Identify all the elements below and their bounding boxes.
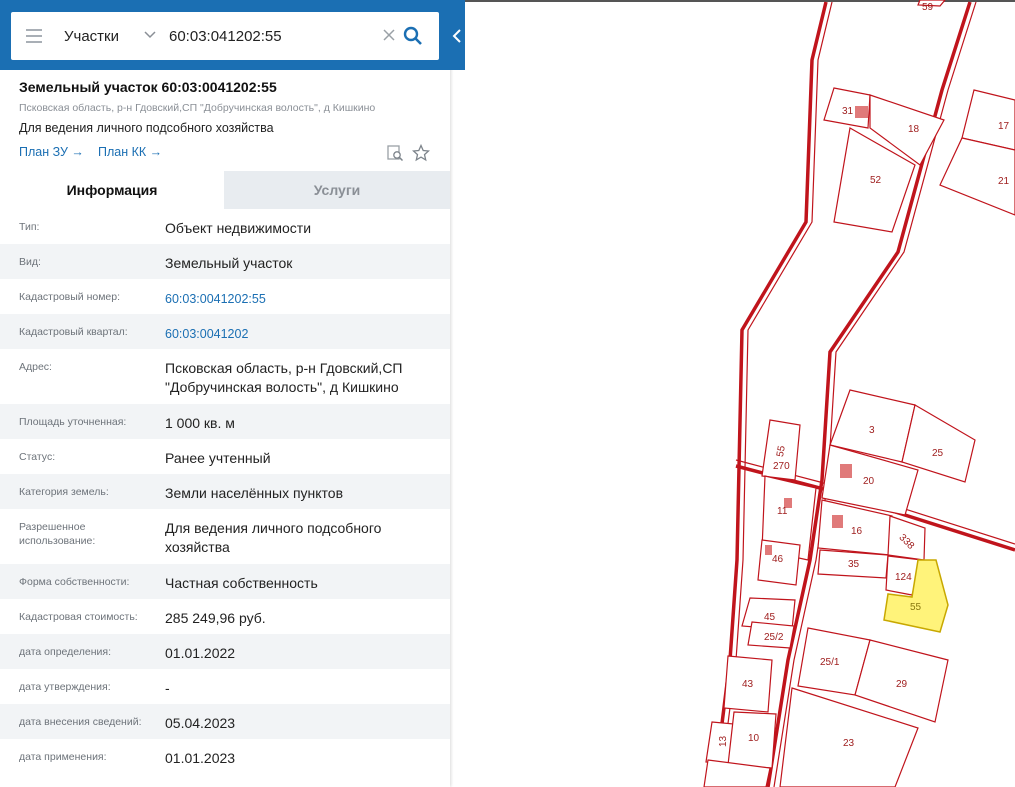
tab-services[interactable]: Услуги [224, 171, 450, 209]
detail-row-status: Статус: Ранее учтенный [0, 439, 450, 474]
parcel-label: 45 [764, 612, 776, 623]
detail-value: - [165, 680, 170, 696]
parcel-label: 59 [922, 2, 934, 13]
parcels [703, 0, 1015, 787]
plan-zu-link[interactable]: План ЗУ → [19, 145, 84, 159]
detail-value: 1 000 кв. м [165, 415, 235, 431]
parcel-label: 55 [910, 602, 922, 613]
star-icon[interactable] [412, 144, 430, 162]
detail-value: 01.01.2022 [165, 645, 236, 661]
detail-row-cadastral-value: Кадастровая стоимость: 285 249,96 руб. [0, 599, 450, 634]
info-panel: Земельный участок 60:03:0041202:55 Псков… [0, 0, 450, 787]
parcel-label: 23 [843, 738, 855, 749]
detail-row-area: Площадь уточненная: 1 000 кв. м [0, 404, 450, 439]
detail-row-date-entered: дата внесения сведений: 05.04.2023 [0, 704, 450, 739]
detail-value: Объект недвижимости [165, 220, 312, 236]
search-input[interactable]: 60:03:041202:55 [169, 28, 282, 45]
parcel-label: 35 [848, 559, 860, 570]
object-purpose: Для ведения личного подсобного хозяйства [19, 121, 274, 135]
detail-label: дата определения: [19, 646, 112, 658]
detail-value: Земельный участок [165, 255, 293, 271]
detail-row-address: Адрес: Псковская область, р-н Гдовский,С… [0, 349, 450, 404]
detail-row-cadastral-number: Кадастровый номер: 60:03:0041202:55 [0, 279, 450, 314]
cadastral-quarter-link[interactable]: 60:03:0041202 [165, 325, 435, 344]
detail-row-date-approved: дата утверждения: - [0, 669, 450, 704]
tab-bar: Информация Услуги [0, 171, 450, 209]
detail-value: Псковская область, р-н Гдовский,СП "Добр… [165, 360, 403, 395]
parcel-label: 43 [742, 679, 754, 690]
detail-value: 05.04.2023 [165, 715, 236, 731]
detail-value: Ранее учтенный [165, 450, 271, 466]
parcel-label: 31 [842, 106, 854, 117]
close-icon[interactable] [381, 27, 397, 43]
object-address: Псковская область, р-н Гдовский,СП "Добр… [19, 102, 376, 114]
detail-value: Для ведения личного подсобного хозяйства [165, 520, 382, 555]
chevron-down-icon[interactable] [143, 27, 157, 41]
detail-label: Вид: [19, 256, 41, 268]
detail-label: Статус: [19, 451, 56, 463]
parcel-label: 20 [863, 476, 875, 487]
parcel-label: 25/2 [764, 632, 784, 643]
parcel-label: 13 [718, 735, 729, 747]
parcel-label: 25 [932, 448, 944, 459]
detail-label: Категория земель: [19, 486, 109, 498]
detail-row-cadastral-quarter: Кадастровый квартал: 60:03:0041202 [0, 314, 450, 349]
detail-row-land-category: Категория земель: Земли населённых пункт… [0, 474, 450, 509]
detail-label: Площадь уточненная: [19, 416, 127, 428]
parcel-label: 25/1 [820, 657, 840, 668]
object-header: Земельный участок 60:03:0041202:55 Псков… [0, 70, 450, 171]
detail-label: Кадастровый номер: [19, 291, 121, 303]
parcel-label: 3 [869, 425, 875, 436]
parcel-label: 18 [908, 124, 920, 135]
detail-row-kind: Вид: Земельный участок [0, 244, 450, 279]
parcel-label: 270 [773, 461, 790, 472]
parcel-label: 46 [772, 554, 784, 565]
tab-information[interactable]: Информация [0, 171, 224, 209]
search-type-select[interactable]: Участки [64, 28, 119, 45]
detail-label: дата утверждения: [19, 681, 111, 693]
parcel-label: 17 [998, 121, 1010, 132]
parcel-label: 10 [748, 733, 760, 744]
parcel-label: 11 [777, 506, 788, 517]
detail-label: Тип: [19, 221, 40, 233]
detail-value: 285 249,96 руб. [165, 610, 266, 626]
cadastral-number-link[interactable]: 60:03:0041202:55 [165, 290, 435, 309]
detail-value: Земли населённых пунктов [165, 485, 344, 501]
search-bar: Участки 60:03:041202:55 [0, 0, 465, 70]
chevron-left-icon[interactable] [450, 28, 464, 44]
detail-label: Кадастровый квартал: [19, 326, 128, 338]
parcel-label: 16 [851, 526, 863, 537]
detail-row-date-applied: дата применения: 01.01.2023 [0, 739, 450, 774]
parcel-label: 21 [998, 176, 1010, 187]
detail-label: Разрешенное использование: [19, 521, 96, 547]
detail-value: 01.01.2023 [165, 750, 236, 766]
detail-label: дата внесения сведений: [19, 716, 142, 728]
search-icon[interactable] [403, 26, 423, 46]
detail-row-type: Тип: Объект недвижимости [0, 209, 450, 244]
object-title: Земельный участок 60:03:0041202:55 [19, 79, 277, 95]
document-search-icon[interactable] [386, 144, 404, 162]
detail-row-permitted-use: Разрешенное использование: Для ведения л… [0, 509, 450, 564]
parcel-label: 52 [870, 175, 882, 186]
detail-label: дата применения: [19, 751, 107, 763]
details-list: Тип: Объект недвижимости Вид: Земельный … [0, 209, 450, 774]
detail-value: Частная собственность [165, 575, 318, 591]
parcel-label: 124 [895, 572, 912, 583]
detail-label: Кадастровая стоимость: [19, 611, 138, 623]
app-root: 59 31 18 17 21 52 3 25 55 270 20 11 16 3… [0, 0, 1015, 787]
plan-kk-link[interactable]: План КК → [98, 145, 162, 159]
menu-icon[interactable] [26, 29, 42, 43]
parcel-label: 29 [896, 679, 908, 690]
detail-row-date-determined: дата определения: 01.01.2022 [0, 634, 450, 669]
detail-label: Форма собственности: [19, 576, 130, 588]
detail-label: Адрес: [19, 361, 52, 373]
detail-row-ownership: Форма собственности: Частная собственнос… [0, 564, 450, 599]
